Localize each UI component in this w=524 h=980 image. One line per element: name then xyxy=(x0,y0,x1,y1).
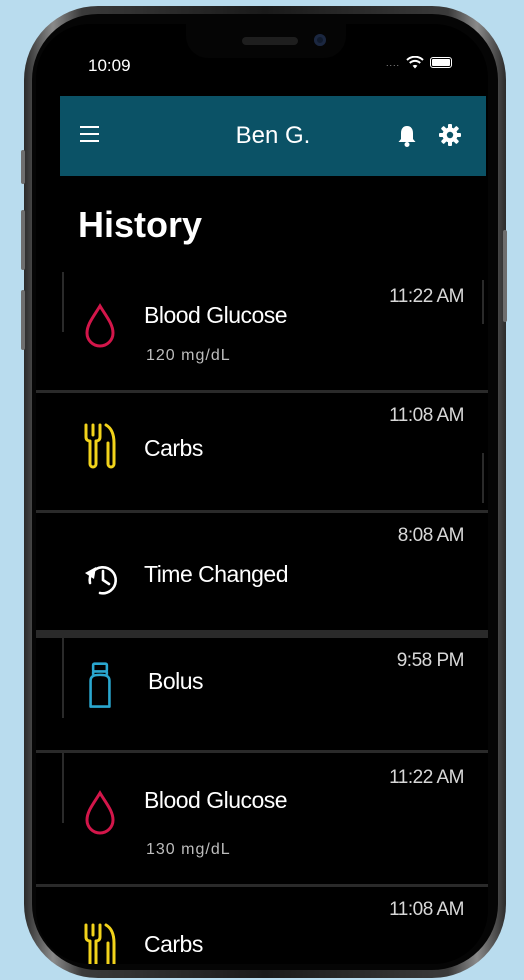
history-entry-blood-glucose[interactable]: Blood Glucose 120 mg/dL 11:22 AM xyxy=(36,272,488,390)
page-title: History xyxy=(78,204,203,245)
notification-bell-icon[interactable] xyxy=(396,124,418,148)
divider-line xyxy=(62,272,64,332)
history-entry-carbs[interactable]: Carbs 11:08 AM xyxy=(36,884,488,964)
phone-screen: 10:09 .... Ben G. History Blood Glucose … xyxy=(36,24,488,964)
entry-time: 11:08 AM xyxy=(389,899,464,920)
divider-line xyxy=(62,753,64,823)
time-changed-icon xyxy=(85,565,118,595)
status-indicators: .... xyxy=(386,56,452,69)
history-entry-bolus[interactable]: Bolus 9:58 PM xyxy=(36,630,488,750)
divider-line xyxy=(62,638,64,718)
entry-title: Bolus xyxy=(148,668,204,694)
history-entry-time-changed[interactable]: Time Changed 8:08 AM xyxy=(36,510,488,630)
divider-line xyxy=(482,453,484,503)
history-entry-carbs[interactable]: Carbs 11:08 AM xyxy=(36,390,488,510)
entry-time: 11:22 AM xyxy=(389,767,464,788)
carbs-icon xyxy=(84,923,116,964)
settings-gear-icon[interactable] xyxy=(438,122,462,148)
signal-indicator: .... xyxy=(385,57,400,68)
volume-up-button xyxy=(21,210,25,270)
entry-title: Time Changed xyxy=(144,561,289,587)
entry-title: Carbs xyxy=(144,435,203,461)
speaker-grille xyxy=(242,37,298,45)
entry-time: 11:08 AM xyxy=(389,405,464,426)
bolus-vial-icon xyxy=(89,662,111,708)
header-title: Ben G. xyxy=(235,122,311,149)
front-camera xyxy=(314,34,326,46)
wifi-icon xyxy=(406,56,424,69)
carbs-icon xyxy=(84,423,116,469)
entry-title: Blood Glucose xyxy=(144,787,288,813)
history-entry-blood-glucose[interactable]: Blood Glucose 130 mg/dL 11:22 AM xyxy=(36,750,488,884)
volume-down-button xyxy=(21,290,25,350)
power-button xyxy=(503,230,507,322)
notch xyxy=(186,24,346,58)
entry-time: 8:08 AM xyxy=(397,525,465,546)
entry-title: Carbs xyxy=(144,931,203,957)
mute-switch xyxy=(21,150,25,184)
history-list: Blood Glucose 120 mg/dL 11:22 AM Carbs 1… xyxy=(36,272,488,964)
divider-line xyxy=(482,280,484,324)
entry-time: 9:58 PM xyxy=(396,650,465,671)
blood-drop-icon xyxy=(85,303,115,348)
entry-value: 130 mg/dL xyxy=(146,841,231,858)
entry-time: 11:22 AM xyxy=(389,286,464,307)
status-time: 10:09 xyxy=(88,56,131,75)
entry-value: 120 mg/dL xyxy=(146,347,231,364)
app-header: Ben G. xyxy=(60,96,486,176)
battery-icon xyxy=(430,57,452,68)
entry-title: Blood Glucose xyxy=(144,302,288,328)
blood-drop-icon xyxy=(85,790,115,835)
